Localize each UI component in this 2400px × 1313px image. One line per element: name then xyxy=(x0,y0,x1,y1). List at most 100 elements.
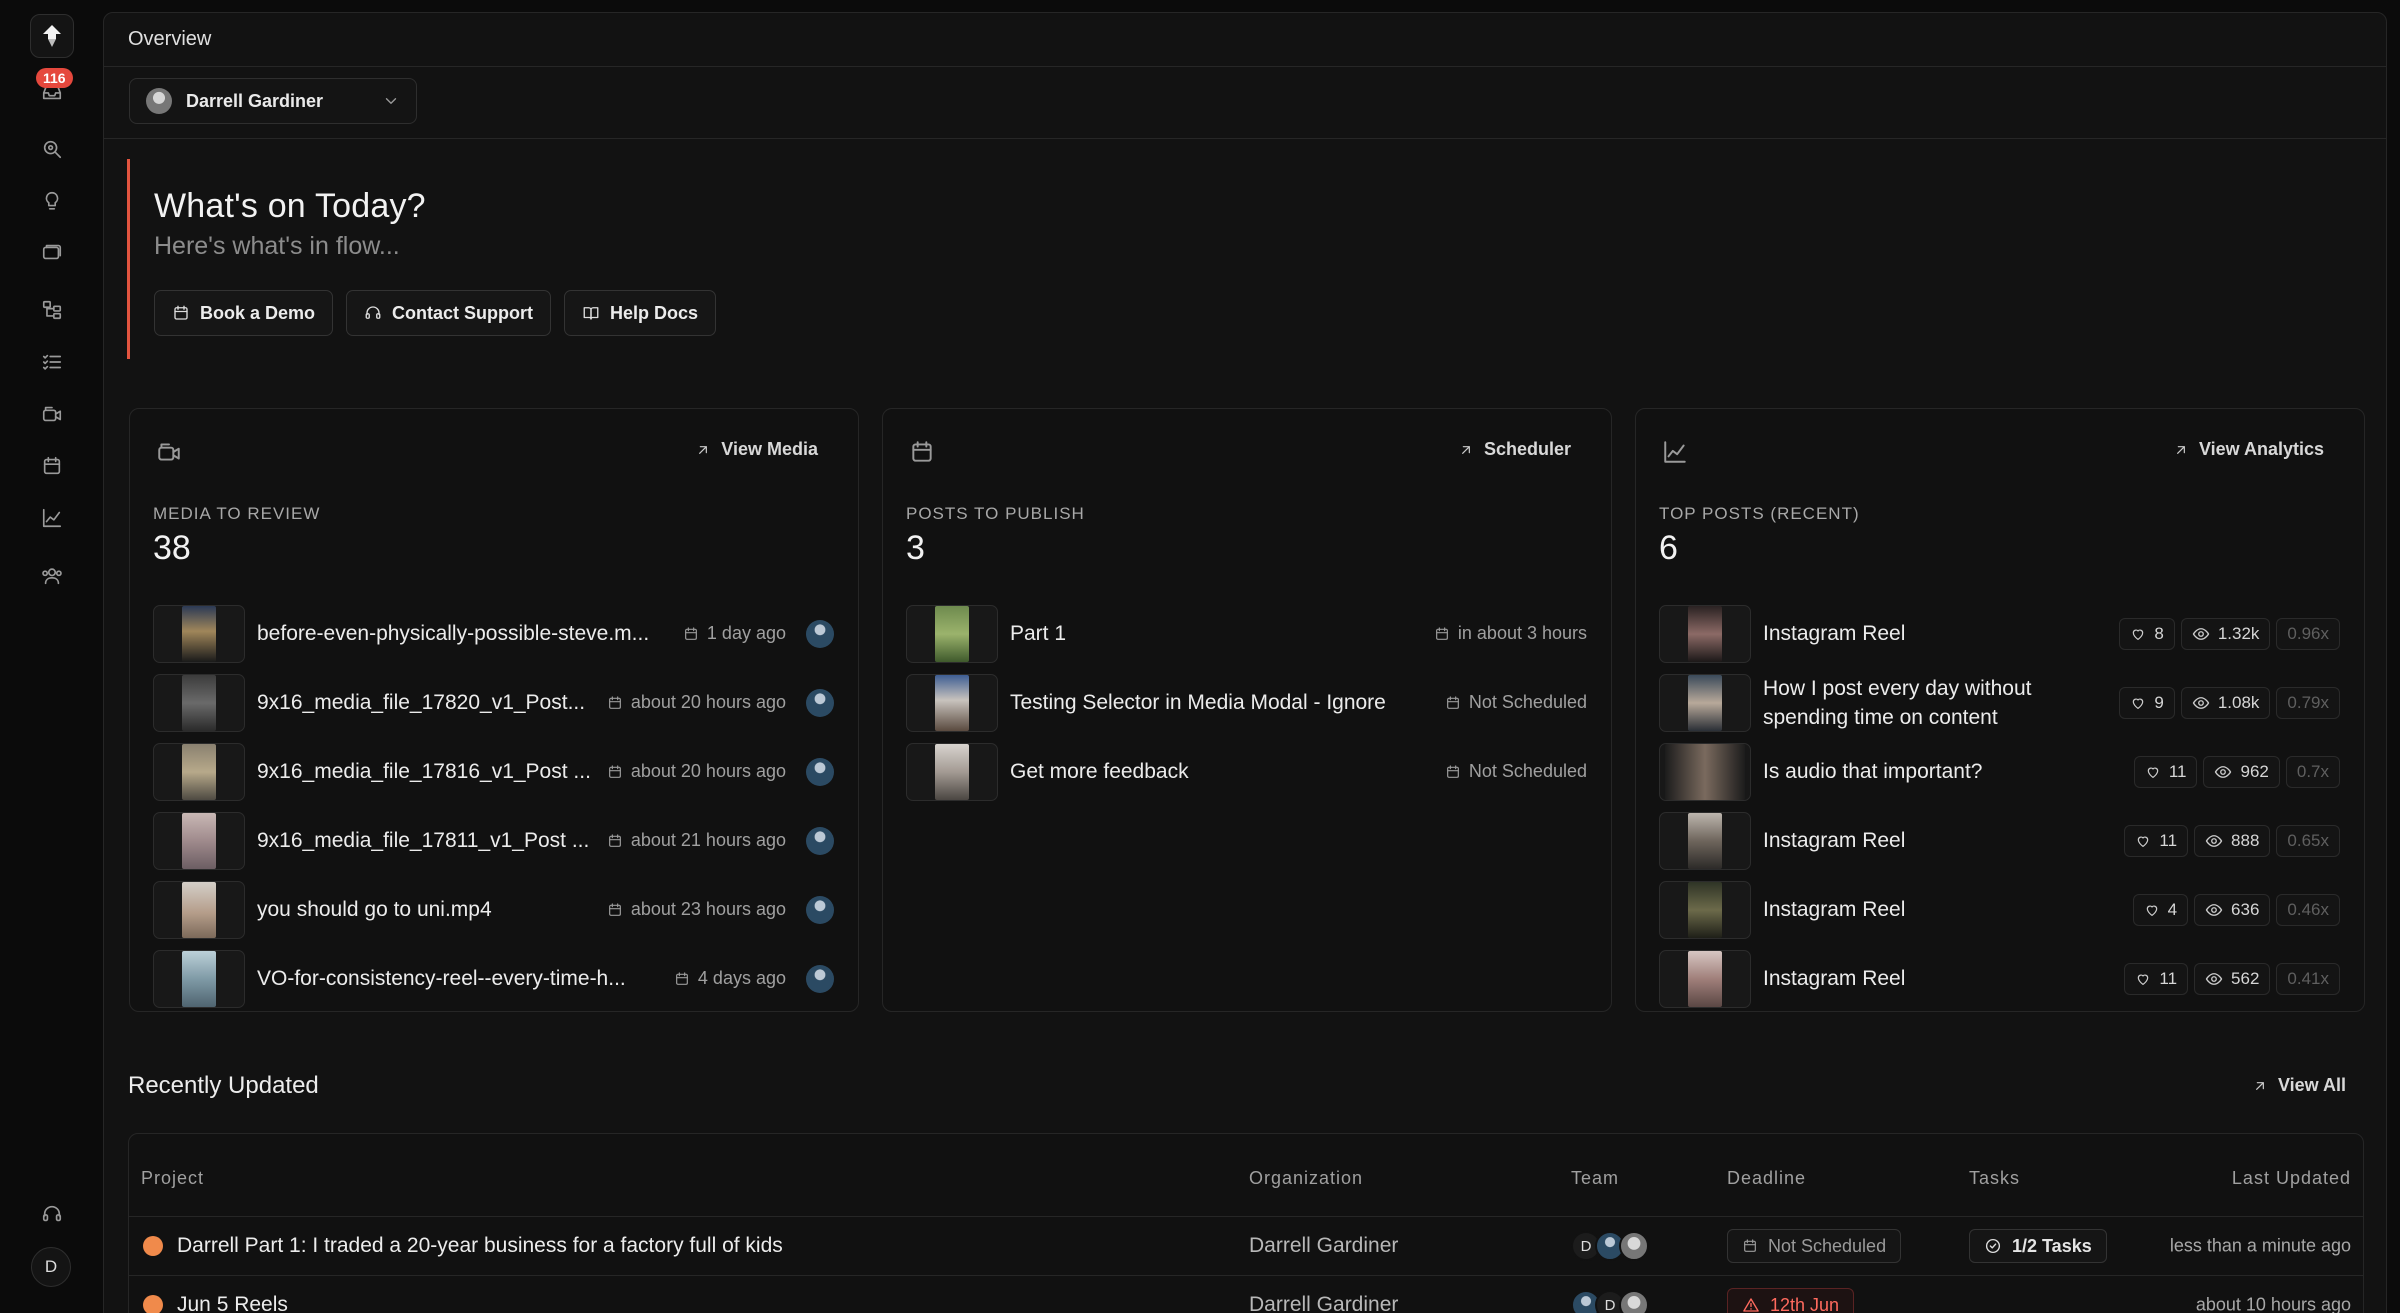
arrow-up-right-icon xyxy=(699,445,708,454)
list-item[interactable]: 9x16_media_file_17811_v1_Post ... about … xyxy=(153,806,834,875)
view-media-link[interactable]: View Media xyxy=(695,439,818,460)
calendar-icon xyxy=(608,695,621,709)
calendar-icon xyxy=(1744,1239,1756,1252)
calendar-button[interactable] xyxy=(32,446,72,486)
views-stat: 1.08k xyxy=(2180,686,2271,719)
eye-icon xyxy=(2205,972,2223,985)
post-thumbnail xyxy=(1659,604,1751,663)
workflow-button[interactable] xyxy=(32,290,72,330)
warning-icon xyxy=(1743,1298,1759,1312)
post-thumbnail xyxy=(1659,673,1751,732)
account-selector[interactable]: Darrell Gardiner xyxy=(129,78,417,124)
calendar-icon xyxy=(912,441,932,462)
support-button[interactable] xyxy=(32,1194,72,1234)
multiplier-stat: 0.7x xyxy=(2285,755,2340,788)
likes-count: 8 xyxy=(2154,623,2164,643)
column-header[interactable]: Organization xyxy=(1249,1168,1363,1189)
item-title: Get more feedback xyxy=(1010,759,1189,783)
scheduler-label: Scheduler xyxy=(1483,439,1571,459)
search-button[interactable] xyxy=(32,129,72,169)
list-item[interactable]: Instagram Reel 4 636 0.46x xyxy=(1659,875,2340,944)
logo-icon xyxy=(43,25,61,47)
views-stat: 636 xyxy=(2194,893,2271,926)
heart-icon xyxy=(2133,698,2144,709)
team-avatars: D xyxy=(1571,1231,1649,1261)
column-header[interactable]: Deadline xyxy=(1727,1168,1806,1189)
post-thumbnail xyxy=(1659,880,1751,939)
deadline-label: Not Scheduled xyxy=(1768,1235,1887,1256)
list-item[interactable]: VO-for-consistency-reel--every-time-h...… xyxy=(153,944,834,1013)
logo[interactable] xyxy=(30,14,74,58)
column-header[interactable]: Tasks xyxy=(1969,1168,2020,1189)
list-item[interactable]: Testing Selector in Media Modal - Ignore… xyxy=(906,668,1587,737)
ideas-button[interactable] xyxy=(32,181,72,221)
list-item[interactable]: Is audio that important? 11 962 0.7x xyxy=(1659,737,2340,806)
list-item[interactable]: before-even-physically-possible-steve.m.… xyxy=(153,599,834,668)
avatar xyxy=(806,688,834,717)
post-thumbnail xyxy=(906,604,998,663)
list-item[interactable]: you should go to uni.mp4 about 23 hours … xyxy=(153,875,834,944)
eye-icon xyxy=(2215,765,2232,778)
table-row[interactable]: Darrell Part 1: I traded a 20-year busin… xyxy=(129,1216,2363,1275)
table-row[interactable]: Jun 5 Reels Darrell Gardiner D 12th Jun … xyxy=(129,1275,2363,1313)
item-title: 9x16_media_file_17811_v1_Post ... xyxy=(257,828,590,852)
analytics-button[interactable] xyxy=(32,498,72,538)
headset-icon xyxy=(365,306,381,319)
view-analytics-link[interactable]: View Analytics xyxy=(2173,439,2324,460)
list-item[interactable]: 9x16_media_file_17820_v1_Post... about 2… xyxy=(153,668,834,737)
sidebar: 116 D xyxy=(0,0,104,1313)
contact-support-button[interactable]: Contact Support xyxy=(346,290,552,336)
list-item[interactable]: How I post every day without spending ti… xyxy=(1659,668,2340,737)
post-thumbnail xyxy=(1659,742,1751,801)
media-button[interactable] xyxy=(32,394,72,434)
scheduler-link[interactable]: Scheduler xyxy=(1458,439,1571,460)
card-count: 38 xyxy=(153,529,191,567)
team-button[interactable] xyxy=(32,556,72,596)
deadline-badge[interactable]: 12th Jun xyxy=(1727,1288,1855,1313)
list-item[interactable]: Instagram Reel 11 562 0.41x xyxy=(1659,944,2340,1013)
welcome-title: What's on Today? xyxy=(154,187,426,225)
calendar-icon xyxy=(1446,695,1459,709)
account-avatar xyxy=(146,88,172,114)
card-count: 6 xyxy=(1659,529,1678,567)
card-label: MEDIA TO REVIEW xyxy=(153,504,321,523)
tasks-badge[interactable]: 1/2 Tasks xyxy=(1969,1229,2107,1263)
card-count: 3 xyxy=(906,529,925,567)
tasks-button[interactable] xyxy=(32,342,72,382)
list-item[interactable]: Get more feedback Not Scheduled xyxy=(906,737,1587,806)
media-thumbnail xyxy=(153,673,245,732)
book-demo-button[interactable]: Book a Demo xyxy=(154,290,334,336)
help-docs-button[interactable]: Help Docs xyxy=(564,290,717,336)
calendar-icon xyxy=(43,456,61,475)
list-item[interactable]: Instagram Reel 8 1.32k 0.96x xyxy=(1659,599,2340,668)
deadline-badge[interactable]: Not Scheduled xyxy=(1727,1229,1902,1263)
media-review-card: View Media MEDIA TO REVIEW 38 before-eve… xyxy=(129,408,859,1012)
avatar xyxy=(806,619,834,648)
calendar-icon xyxy=(684,626,697,640)
item-time: 4 days ago xyxy=(697,968,786,988)
column-header[interactable]: Project xyxy=(141,1168,204,1189)
checklist-icon xyxy=(42,354,62,370)
analytics-icon xyxy=(42,508,62,528)
heart-icon xyxy=(2138,836,2149,847)
list-item[interactable]: Part 1 in about 3 hours xyxy=(906,599,1587,668)
list-item[interactable]: Instagram Reel 11 888 0.65x xyxy=(1659,806,2340,875)
avatar xyxy=(1619,1231,1649,1261)
welcome-subtitle: Here's what's in flow... xyxy=(154,232,400,260)
post-thumbnail xyxy=(906,673,998,732)
status-dot xyxy=(143,1236,163,1256)
projects-button[interactable] xyxy=(32,232,72,272)
view-all-link[interactable]: View All xyxy=(2252,1075,2346,1096)
likes-count: 4 xyxy=(2167,899,2178,919)
views-stat: 962 xyxy=(2203,755,2280,788)
user-avatar[interactable]: D xyxy=(31,1247,71,1287)
views-count: 562 xyxy=(2231,968,2260,988)
column-header[interactable]: Last Updated xyxy=(2232,1168,2351,1189)
likes-stat: 9 xyxy=(2119,686,2175,719)
welcome-section: What's on Today? Here's what's in flow..… xyxy=(127,159,717,359)
search-icon xyxy=(43,140,62,159)
column-header[interactable]: Team xyxy=(1571,1168,1619,1189)
item-title: How I post every day without spending ti… xyxy=(1763,676,2032,729)
list-item[interactable]: 9x16_media_file_17816_v1_Post ... about … xyxy=(153,737,834,806)
view-media-label: View Media xyxy=(721,439,818,459)
